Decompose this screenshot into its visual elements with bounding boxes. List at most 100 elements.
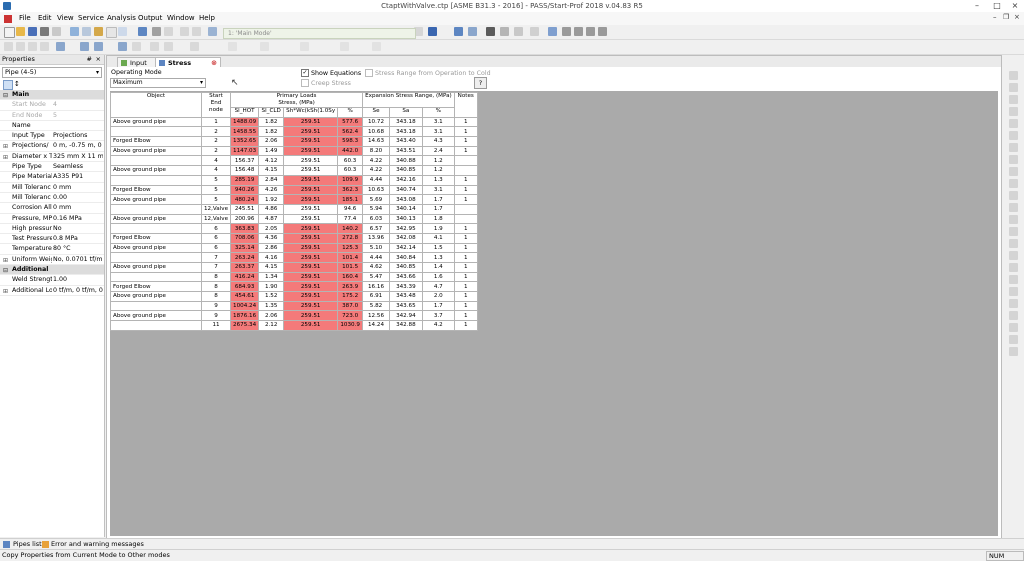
mirror-icon[interactable] — [340, 42, 349, 51]
expand-icon[interactable]: ⊞ — [3, 256, 8, 265]
force-icon[interactable] — [150, 42, 159, 51]
creep-stress-checkbox[interactable]: Creep Stress — [301, 79, 351, 87]
property-value[interactable]: 4 — [53, 100, 103, 109]
light-icon[interactable] — [1009, 311, 1018, 320]
property-value[interactable]: 325 mm X 11 mm — [53, 152, 103, 161]
table-row[interactable]: 11 2675.34 2.12 259.51 1030.9 14.24 342.88 4.2 1 — [110, 320, 478, 331]
view-iso-icon[interactable] — [1009, 107, 1018, 116]
delete-icon[interactable] — [190, 42, 199, 51]
table-row[interactable]: 12,Valve 245.51 4.86 259.51 94.6 5.94 340.14 1.… — [110, 203, 478, 215]
property-value[interactable]: 5 — [53, 111, 103, 120]
table-row[interactable]: Forged Elbow 8 684.93 1.90 259.51 263.9 16.16 3… — [110, 281, 478, 293]
report-icon[interactable] — [500, 27, 509, 36]
zoom-icon[interactable] — [574, 27, 583, 36]
bend-icon[interactable] — [16, 42, 25, 51]
menu-edit[interactable]: Edit — [38, 14, 52, 22]
table-row[interactable]: Above ground pipe 2 1147.03 1.49 259.51 442.0… — [110, 145, 478, 157]
grid-toggle-icon[interactable] — [1009, 335, 1018, 344]
measure-icon[interactable] — [1009, 275, 1018, 284]
expand-icon[interactable]: ⊞ — [3, 153, 8, 162]
property-row[interactable]: ⊞ Diameter x Th325 mm X 11 mm — [0, 152, 104, 163]
property-value[interactable]: 0.16 MPa — [53, 214, 103, 223]
run-analysis-icon[interactable] — [454, 27, 463, 36]
property-value[interactable]: No, 0.0701 tf/m, — [53, 255, 103, 264]
property-value[interactable]: Seamless — [53, 162, 103, 171]
property-value[interactable]: No — [53, 224, 103, 233]
property-value[interactable]: 1.00 — [53, 275, 103, 284]
sort-az-icon[interactable]: ↕ — [14, 80, 20, 88]
nodes-icon[interactable] — [1009, 227, 1018, 236]
messages-tab[interactable]: Error and warning messages — [51, 540, 144, 548]
guide-icon[interactable] — [132, 42, 141, 51]
cut-icon[interactable] — [372, 42, 381, 51]
property-row[interactable]: Input Type Projections — [0, 131, 104, 142]
pipe-icon[interactable] — [4, 42, 13, 51]
property-row[interactable]: Weld Strengtl 1.00 — [0, 275, 104, 286]
copy-icon[interactable] — [82, 27, 91, 36]
rotate-y-icon[interactable] — [1009, 131, 1018, 140]
anchor-icon[interactable] — [94, 42, 103, 51]
table-row[interactable]: Above ground pipe 6 325.14 2.86 259.51 125.3 5… — [110, 242, 478, 254]
property-value[interactable]: 80 °C — [53, 244, 103, 253]
property-row[interactable]: Mill Toleranc 0.00 — [0, 193, 104, 204]
results-icon[interactable] — [468, 27, 477, 36]
rotate-x-icon[interactable] — [1009, 119, 1018, 128]
property-row[interactable]: Name — [0, 121, 104, 132]
property-value[interactable]: 0 mm — [53, 183, 103, 192]
rotate-z-icon[interactable] — [1009, 143, 1018, 152]
menu-window[interactable]: Window — [167, 14, 195, 22]
property-row[interactable]: Pipe Material A335 P91 — [0, 172, 104, 183]
split-icon[interactable] — [228, 42, 237, 51]
menu-view[interactable]: View — [57, 14, 74, 22]
table-view-icon[interactable] — [138, 27, 147, 36]
table-row[interactable]: 8 416.24 1.34 259.51 160.4 5.47 343.66 1.6 1 — [110, 271, 478, 283]
table-row[interactable]: Forged Elbow 2 1352.65 2.06 259.51 598.3 14.63… — [110, 136, 478, 147]
property-value[interactable]: 0.00 — [53, 193, 103, 202]
table-row[interactable]: 7 263.24 4.16 259.51 101.4 4.44 340.84 1.3 1 — [110, 252, 478, 263]
property-row[interactable]: Corrosion All 0 mm — [0, 203, 104, 214]
section-icon[interactable] — [1009, 287, 1018, 296]
property-group[interactable]: ⊟ Main — [0, 90, 104, 101]
view-side-icon[interactable] — [1009, 95, 1018, 104]
property-row[interactable]: Mill Toleranc 0 mm — [0, 183, 104, 193]
property-row[interactable]: Pipe Type Seamless — [0, 162, 104, 173]
property-value[interactable]: 0 tf/m, 0 tf/m, 0 t — [53, 286, 103, 295]
table-row[interactable]: Above ground pipe 4 156.48 4.15 259.51 60.3 4.… — [110, 165, 478, 176]
property-value[interactable]: 0.8 MPa — [53, 234, 103, 243]
property-group[interactable]: ⊟ Additional — [0, 265, 104, 276]
property-row[interactable]: ⊞ Uniform Weig No, 0.0701 tf/m, — [0, 255, 104, 266]
expand-icon[interactable]: ⊟ — [3, 266, 8, 275]
move-icon[interactable] — [300, 42, 309, 51]
tee-icon[interactable] — [28, 42, 37, 51]
check-icon[interactable] — [428, 27, 437, 36]
new-file-icon[interactable] — [4, 27, 15, 38]
expansion-joint-icon[interactable] — [164, 42, 173, 51]
close-window-button[interactable]: × — [1008, 1, 1022, 11]
table-row[interactable]: Above ground pipe 1 1488.09 1.82 259.51 577.6… — [110, 116, 478, 128]
menu-help[interactable]: Help — [199, 14, 215, 22]
undo-icon[interactable] — [180, 27, 189, 36]
redo-icon[interactable] — [192, 27, 201, 36]
print-icon[interactable] — [40, 27, 49, 36]
select-icon[interactable] — [548, 27, 557, 36]
table-row[interactable]: 6 363.83 2.05 259.51 140.2 6.57 342.95 1.9 1 — [110, 223, 478, 234]
property-value[interactable]: A335 P91 — [53, 172, 103, 181]
expand-icon[interactable]: ⊞ — [3, 142, 8, 151]
axis-icon[interactable] — [1009, 347, 1018, 356]
operating-mode-select[interactable]: Maximum ▾ — [110, 78, 206, 88]
property-value[interactable]: 0 mm — [53, 203, 103, 212]
chart-icon[interactable] — [514, 27, 523, 36]
table-row[interactable]: 9 1004.24 1.35 259.51 387.0 5.82 343.65 1.7 1 — [110, 300, 478, 312]
mode-select[interactable]: 1: 'Main Mode' — [223, 28, 416, 39]
paste-icon[interactable] — [94, 27, 103, 36]
mdi-close-button[interactable]: × — [1014, 13, 1020, 21]
legend-icon[interactable] — [1009, 263, 1018, 272]
property-row[interactable]: ⊞ Additional Lo 0 tf/m, 0 tf/m, 0 t — [0, 286, 104, 296]
table-row[interactable]: Above ground pipe 12,Valve 200.96 4.87 259.5… — [110, 213, 478, 225]
open-folder-icon[interactable] — [16, 27, 25, 36]
table-row[interactable]: 2 1458.55 1.82 259.51 562.4 10.68 343.18 3.1 1 — [110, 126, 478, 138]
menu-service[interactable]: Service — [78, 14, 104, 22]
zoom-out-icon[interactable] — [1009, 167, 1018, 176]
save-icon[interactable] — [28, 27, 37, 36]
view-front-icon[interactable] — [1009, 83, 1018, 92]
